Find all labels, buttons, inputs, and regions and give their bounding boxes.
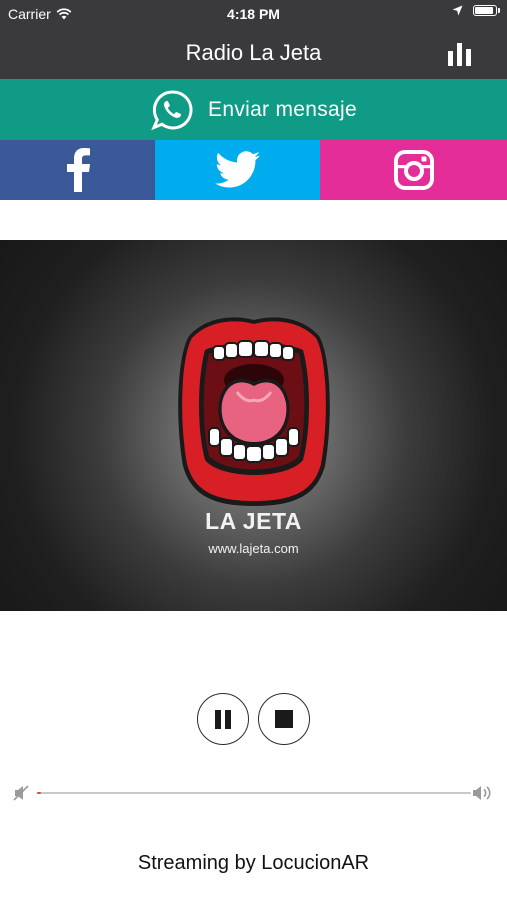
stop-icon bbox=[275, 710, 293, 728]
social-row bbox=[0, 140, 507, 200]
volume-fill bbox=[37, 792, 42, 794]
status-time: 4:18 PM bbox=[227, 6, 280, 22]
battery-fill bbox=[475, 7, 494, 14]
twitter-button[interactable] bbox=[155, 140, 320, 200]
volume-slider[interactable] bbox=[37, 792, 471, 794]
page-title: Radio La Jeta bbox=[185, 40, 322, 65]
facebook-button[interactable] bbox=[0, 140, 155, 200]
location-arrow-icon bbox=[452, 5, 463, 16]
mouth-logo bbox=[178, 317, 330, 506]
speaker-loud-icon bbox=[473, 786, 491, 800]
status-right bbox=[452, 5, 500, 16]
battery-icon bbox=[473, 5, 500, 16]
speaker-mute-icon bbox=[13, 785, 29, 801]
equalizer-button[interactable] bbox=[447, 41, 473, 67]
instagram-icon bbox=[393, 150, 434, 190]
volume-control bbox=[0, 780, 507, 806]
equalizer-icon bbox=[448, 43, 471, 66]
whatsapp-label: Enviar mensaje bbox=[208, 97, 357, 121]
whatsapp-icon bbox=[151, 89, 193, 130]
station-banner: LA JETA www.lajeta.com bbox=[0, 240, 507, 611]
stop-button[interactable] bbox=[258, 693, 310, 745]
status-bar: Carrier 4:18 PM bbox=[0, 0, 507, 28]
footer-credit: Streaming by LocucionAR bbox=[137, 852, 370, 874]
logo-title: LA JETA bbox=[205, 508, 302, 534]
nav-bar: Radio La Jeta bbox=[0, 28, 507, 79]
facebook-icon bbox=[66, 148, 90, 192]
whatsapp-button[interactable]: Enviar mensaje bbox=[0, 79, 507, 140]
pause-icon bbox=[213, 709, 233, 729]
instagram-button[interactable] bbox=[320, 140, 507, 200]
twitter-icon bbox=[214, 151, 260, 188]
pause-button[interactable] bbox=[197, 693, 249, 745]
logo-url: www.lajeta.com bbox=[208, 541, 299, 556]
